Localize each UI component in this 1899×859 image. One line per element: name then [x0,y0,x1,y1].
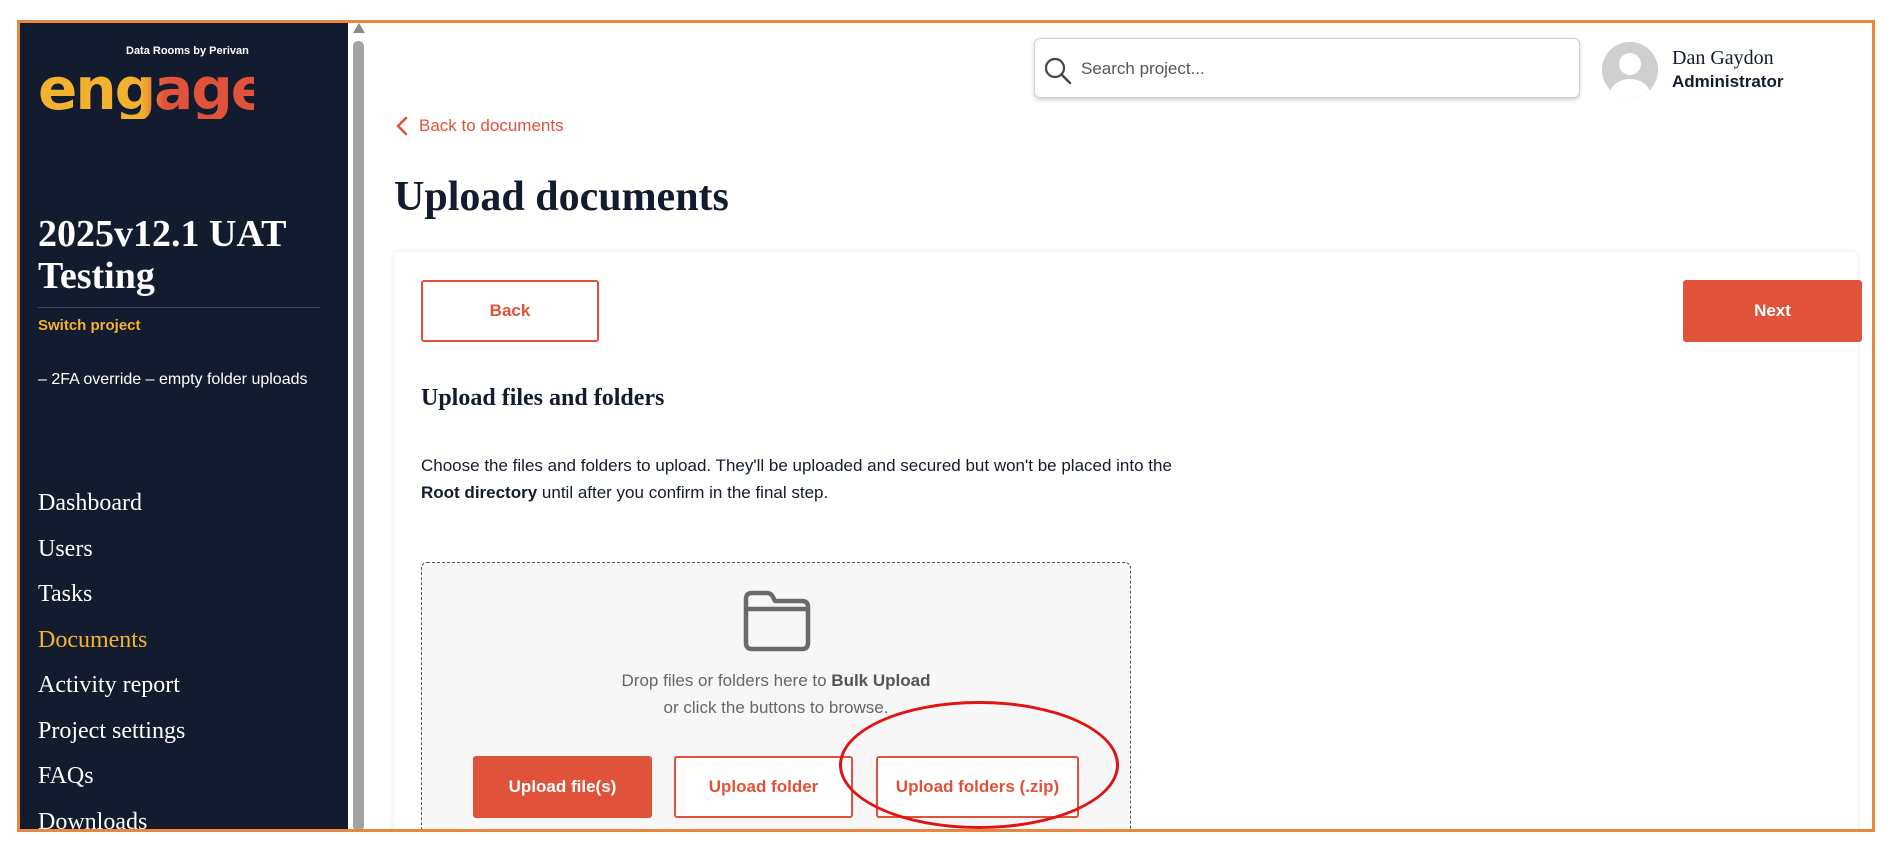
nav-item-project-settings[interactable]: Project settings [38,709,185,755]
user-name: Dan Gaydon [1672,47,1774,69]
back-to-documents-link[interactable]: Back to documents [395,116,564,136]
drop-instructions: Drop files or folders here to Bulk Uploa… [422,667,1130,721]
avatar[interactable] [1602,42,1658,98]
search-icon [1044,57,1072,85]
nav-item-documents[interactable]: Documents [38,618,185,664]
drop-text-before: Drop files or folders here to [621,671,832,690]
chevron-left-icon [396,116,408,136]
back-to-documents-label: Back to documents [419,116,564,135]
section-title: Upload files and folders [421,385,665,411]
drop-bulk-upload: Bulk Upload [831,671,931,690]
scroll-up-arrow-icon[interactable] [353,23,365,33]
project-description: – 2FA override – empty folder uploads [38,371,308,388]
sidebar: Data Rooms by Perivan engage 2025v12.1 U… [20,23,348,829]
scrollbar-thumb[interactable] [353,41,364,829]
app-window: Data Rooms by Perivan engage 2025v12.1 U… [17,20,1875,832]
user-silhouette-icon [1602,42,1658,98]
drop-zone[interactable]: Drop files or folders here to Bulk Uploa… [421,562,1131,829]
upload-instructions: Choose the files and folders to upload. … [421,452,1211,506]
nav-item-tasks[interactable]: Tasks [38,572,185,618]
next-button[interactable]: Next [1683,280,1862,342]
search-box [1034,38,1580,98]
folder-icon [743,590,811,652]
nav-item-activity-report[interactable]: Activity report [38,663,185,709]
nav-item-users[interactable]: Users [38,527,185,573]
drop-text-line2: or click the buttons to browse. [663,698,889,717]
nav-item-dashboard[interactable]: Dashboard [38,481,185,527]
intro-text-after: until after you confirm in the final ste… [537,483,829,502]
back-button[interactable]: Back [421,280,599,342]
switch-project-link[interactable]: Switch project [38,317,141,334]
page-title: Upload documents [394,174,729,220]
intro-text-before: Choose the files and folders to upload. … [421,456,1172,475]
project-title: 2025v12.1 UAT Testing [38,213,286,297]
engage-logo: engage [38,59,254,119]
upload-card: Back Next Upload files and folders Choos… [394,252,1862,829]
brand-subtitle: Data Rooms by Perivan [126,45,249,57]
upload-files-button[interactable]: Upload file(s) [473,756,652,818]
sidebar-nav: Dashboard Users Tasks Documents Activity… [38,481,185,830]
sidebar-scrollbar[interactable] [350,23,366,829]
nav-item-faqs[interactable]: FAQs [38,754,185,800]
upload-folder-button[interactable]: Upload folder [674,756,853,818]
logo-wordmark: engage [38,59,254,119]
upload-zip-button[interactable]: Upload folders (.zip) [876,756,1079,818]
project-divider [38,307,320,308]
user-role: Administrator [1672,72,1784,91]
nav-item-downloads[interactable]: Downloads [38,800,185,830]
intro-root-directory: Root directory [421,483,538,502]
search-input[interactable] [1079,49,1563,89]
